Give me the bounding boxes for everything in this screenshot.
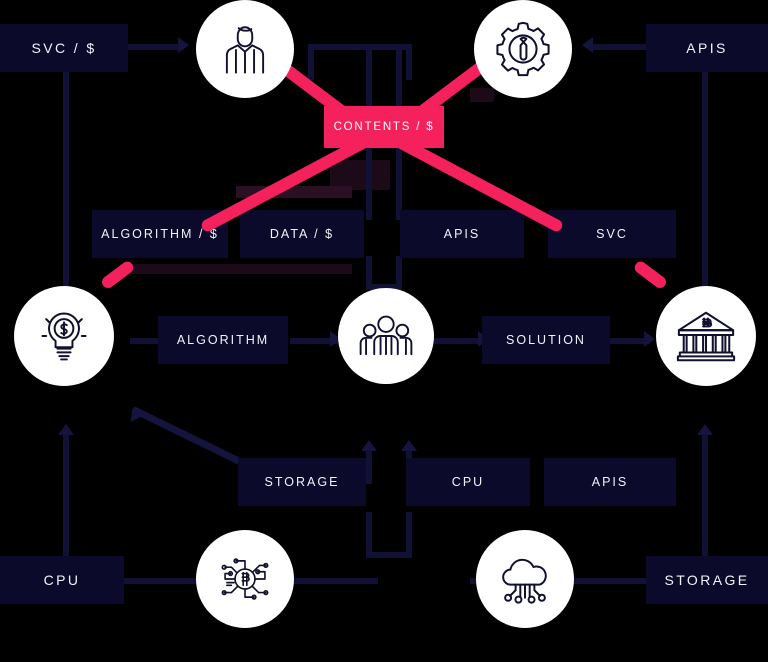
node-cpu-bottom[interactable]: CPU	[0, 556, 124, 604]
ray-svc-stub	[632, 259, 669, 291]
bubble-lightbulb-dollar[interactable]	[14, 286, 114, 386]
arrowhead-apis-to-gear	[582, 37, 593, 53]
glow-bar-lower	[120, 264, 352, 274]
node-apis-bottom[interactable]: APIS	[544, 458, 676, 506]
cloud-network-icon	[495, 549, 555, 609]
lightbulb-dollar-icon	[34, 306, 94, 366]
node-contents-money[interactable]: CONTENTS / $	[324, 106, 444, 148]
node-svc-mid[interactable]: SVC	[548, 210, 676, 258]
node-solution[interactable]: SOLUTION	[482, 316, 610, 364]
node-svc-money-top[interactable]: SVC / $	[0, 24, 128, 72]
bubble-bank-bitcoin[interactable]	[656, 286, 756, 386]
bubble-cloud-network[interactable]	[476, 530, 574, 628]
node-storage-bottom[interactable]: STORAGE	[646, 556, 768, 604]
node-cpu-mid[interactable]: CPU	[406, 458, 530, 506]
node-apis-top[interactable]: APIS	[646, 24, 768, 72]
connector-storage-up-stub	[366, 448, 372, 484]
connector-top-bracket-left-drop	[308, 44, 314, 80]
arrowhead-storage-to-bulb	[125, 404, 145, 423]
node-apis-mid[interactable]: APIS	[400, 210, 524, 258]
bubble-gear-wrench[interactable]	[474, 0, 572, 98]
arrowhead-svc-to-businessman	[178, 37, 189, 53]
node-data-money[interactable]: DATA / $	[240, 210, 364, 258]
glow-bar-contents-base	[330, 160, 390, 190]
connector-bitcoin-to-center	[290, 578, 378, 584]
bank-bitcoin-icon	[675, 305, 737, 367]
glow-bar-right	[470, 88, 494, 102]
people-group-icon	[357, 307, 415, 365]
connector-apis-to-gear	[588, 44, 646, 50]
businessman-icon	[216, 20, 274, 78]
connector-svc-down-left	[63, 72, 69, 294]
connector-apis-down-right	[702, 72, 708, 294]
arrowhead-storage-up	[361, 440, 377, 451]
gear-wrench-icon	[492, 18, 554, 80]
connector-top-bracket-right-drop	[406, 44, 412, 80]
connector-cpu-bottom-up-left	[63, 432, 69, 556]
diagram-canvas: SVC / $ APIS CONTENTS / $ ALGORITHM / $ …	[0, 0, 768, 662]
arrowhead-solution-to-bank	[644, 331, 655, 347]
ray-algorithm-stub	[99, 259, 136, 291]
connector-storage-bottom-up-right	[702, 432, 708, 556]
bubble-bitcoin-circuit[interactable]	[196, 530, 294, 628]
node-algorithm[interactable]: ALGORITHM	[158, 316, 288, 364]
bubble-businessman[interactable]	[196, 0, 294, 98]
connector-storage-to-bulb-diagonal	[131, 406, 250, 469]
arrowhead-cpu-bottom-up-left	[58, 424, 74, 435]
arrowhead-storage-bottom-up-right	[697, 424, 713, 435]
bitcoin-circuit-icon	[216, 550, 274, 608]
bubble-people-group[interactable]	[338, 288, 434, 384]
connector-svc-to-businessman	[128, 44, 184, 50]
arrowhead-cpu-up	[401, 440, 417, 451]
node-storage-mid[interactable]: STORAGE	[238, 458, 366, 506]
connector-bottom-join	[366, 552, 410, 558]
